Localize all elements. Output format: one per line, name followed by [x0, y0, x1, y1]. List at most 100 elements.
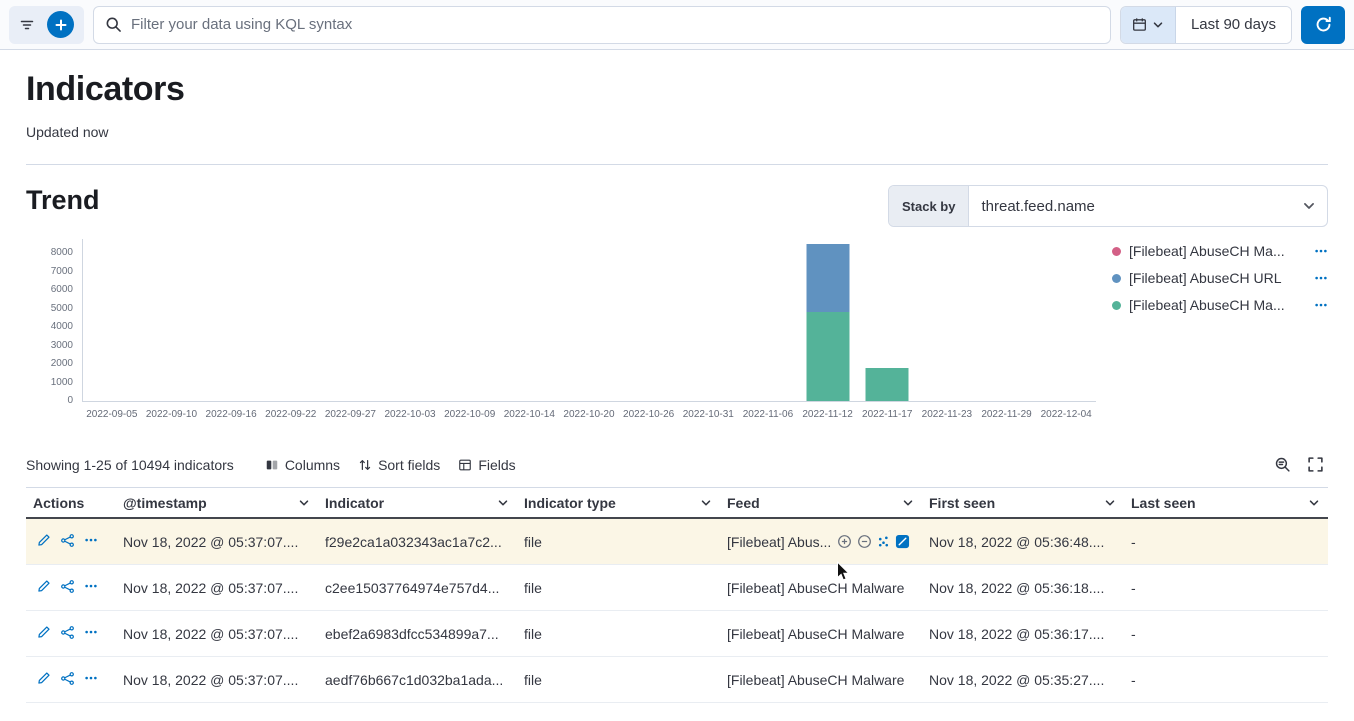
search-input[interactable] [131, 16, 1099, 33]
column-header-indicator-type[interactable]: Indicator type [517, 495, 720, 511]
edit-indicator-button[interactable] [35, 623, 53, 644]
edit-indicator-button[interactable] [35, 577, 53, 598]
date-picker-group: Last 90 days [1120, 6, 1292, 44]
investigate-in-timeline-button[interactable] [58, 531, 77, 553]
column-header-indicator[interactable]: Indicator [318, 495, 517, 511]
cell-feed[interactable]: [Filebeat] Abus... [720, 534, 922, 550]
cell-feed[interactable]: [Filebeat] AbuseCH Malware [720, 580, 922, 596]
investigate-in-timeline-button[interactable] [58, 669, 77, 691]
cell-first-seen[interactable]: Nov 18, 2022 @ 05:36:17.... [922, 626, 1124, 642]
legend-item[interactable]: [Filebeat] AbuseCH Ma... [1112, 297, 1328, 313]
add-filter-button[interactable] [47, 11, 74, 38]
refresh-button[interactable] [1301, 6, 1345, 44]
more-actions-button[interactable] [82, 623, 100, 644]
edit-indicator-button[interactable] [35, 669, 53, 690]
legend-color-dot [1112, 274, 1121, 283]
more-actions-button[interactable] [82, 669, 100, 690]
filter-for-value-icon[interactable] [837, 534, 852, 549]
investigate-in-timeline-button[interactable] [58, 623, 77, 645]
cell-last-seen[interactable]: - [1124, 626, 1328, 642]
legend-item[interactable]: [Filebeat] AbuseCH Ma... [1112, 243, 1328, 259]
more-actions-button[interactable] [82, 531, 100, 552]
more-actions-button[interactable] [82, 577, 100, 598]
timeline-icon [60, 579, 75, 597]
column-header-last-seen[interactable]: Last seen [1124, 495, 1328, 511]
fields-icon [458, 458, 472, 472]
chevron-down-icon[interactable] [700, 497, 712, 509]
updated-status: Updated now [26, 124, 1328, 140]
column-header-feed[interactable]: Feed [720, 495, 922, 511]
x-axis-tick-label: 2022-10-14 [500, 409, 560, 420]
table-row[interactable]: Nov 18, 2022 @ 05:37:07....ebef2a6983dfc… [26, 611, 1328, 657]
fields-button[interactable]: Fields [449, 453, 524, 477]
cell-first-seen[interactable]: Nov 18, 2022 @ 05:36:48.... [922, 534, 1124, 550]
cell-indicator[interactable]: aedf76b667c1d032ba1ada... [318, 672, 517, 688]
fullscreen-button[interactable] [1303, 452, 1328, 477]
investigate-in-timeline-button[interactable] [58, 577, 77, 599]
saved-queries-button[interactable] [19, 17, 35, 33]
x-axis-tick-label: 2022-11-17 [857, 409, 917, 420]
cell-timestamp[interactable]: Nov 18, 2022 @ 05:37:07.... [116, 672, 318, 688]
table-row[interactable]: Nov 18, 2022 @ 05:37:07....aedf76b667c1d… [26, 657, 1328, 703]
cell-indicator[interactable]: f29e2ca1a032343ac1a7c2... [318, 534, 517, 550]
sort-fields-button[interactable]: Sort fields [349, 453, 449, 477]
cell-indicator-type[interactable]: file [517, 534, 720, 550]
chevron-down-icon [1152, 19, 1164, 31]
cell-actions [26, 669, 116, 691]
date-range-button[interactable]: Last 90 days [1176, 7, 1291, 43]
legend-label[interactable]: [Filebeat] AbuseCH Ma... [1129, 243, 1306, 259]
edit-indicator-button[interactable] [35, 531, 53, 552]
chart-bar-segment [866, 368, 909, 401]
legend-more-actions-icon[interactable] [1314, 298, 1328, 312]
cell-indicator[interactable]: c2ee15037764974e757d4... [318, 580, 517, 596]
cell-first-seen[interactable]: Nov 18, 2022 @ 05:36:18.... [922, 580, 1124, 596]
cell-feed[interactable]: [Filebeat] AbuseCH Malware [720, 672, 922, 688]
legend-color-dot [1112, 301, 1121, 310]
date-picker-button[interactable] [1121, 7, 1176, 43]
top-values-icon[interactable] [877, 535, 890, 548]
cell-timestamp[interactable]: Nov 18, 2022 @ 05:37:07.... [116, 580, 318, 596]
cell-first-seen[interactable]: Nov 18, 2022 @ 05:35:27.... [922, 672, 1124, 688]
table-row[interactable]: Nov 18, 2022 @ 05:37:07....f29e2ca1a0323… [26, 519, 1328, 565]
stack-by-select[interactable]: Stack by threat.feed.name [888, 185, 1328, 227]
chevron-down-icon[interactable] [902, 497, 914, 509]
inspect-button[interactable] [1270, 452, 1295, 477]
chart-bar[interactable] [806, 244, 849, 401]
chevron-down-icon[interactable] [298, 497, 310, 509]
chevron-down-icon[interactable] [1308, 497, 1320, 509]
column-header-first-seen[interactable]: First seen [922, 495, 1124, 511]
columns-button[interactable]: Columns [256, 453, 349, 477]
cell-indicator[interactable]: ebef2a6983dfcc534899a7... [318, 626, 517, 642]
cell-feed[interactable]: [Filebeat] AbuseCH Malware [720, 626, 922, 642]
legend-label[interactable]: [Filebeat] AbuseCH URL [1129, 270, 1306, 286]
add-to-timeline-icon[interactable] [895, 534, 910, 549]
cell-indicator-type[interactable]: file [517, 580, 720, 596]
cell-indicator-type[interactable]: file [517, 626, 720, 642]
cell-indicator-type[interactable]: file [517, 672, 720, 688]
cell-last-seen[interactable]: - [1124, 672, 1328, 688]
kql-search-bar[interactable] [93, 6, 1111, 44]
legend-more-actions-icon[interactable] [1314, 244, 1328, 258]
fullscreen-icon [1307, 456, 1324, 473]
legend-item[interactable]: [Filebeat] AbuseCH URL [1112, 270, 1328, 286]
column-header-actions[interactable]: Actions [26, 495, 116, 511]
filter-out-value-icon[interactable] [857, 534, 872, 549]
x-axis-tick-label: 2022-11-23 [917, 409, 977, 420]
add-icon [54, 18, 68, 32]
column-header--timestamp[interactable]: @timestamp [116, 495, 318, 511]
chart-bar[interactable] [866, 368, 909, 401]
filter-list-icon [19, 17, 35, 33]
chevron-down-icon[interactable] [1104, 497, 1116, 509]
cell-timestamp[interactable]: Nov 18, 2022 @ 05:37:07.... [116, 626, 318, 642]
table-row[interactable]: Nov 18, 2022 @ 05:37:07....c2ee150377649… [26, 565, 1328, 611]
more-actions-icon [84, 671, 98, 688]
chart-y-axis: 010002000300040005000600070008000 [26, 239, 82, 402]
indicators-table: Actions@timestampIndicatorIndicator type… [26, 487, 1328, 703]
legend-more-actions-icon[interactable] [1314, 271, 1328, 285]
cell-last-seen[interactable]: - [1124, 580, 1328, 596]
cell-timestamp[interactable]: Nov 18, 2022 @ 05:37:07.... [116, 534, 318, 550]
cell-last-seen[interactable]: - [1124, 534, 1328, 550]
legend-label[interactable]: [Filebeat] AbuseCH Ma... [1129, 297, 1306, 313]
chevron-down-icon[interactable] [497, 497, 509, 509]
x-axis-tick-label: 2022-10-20 [559, 409, 619, 420]
